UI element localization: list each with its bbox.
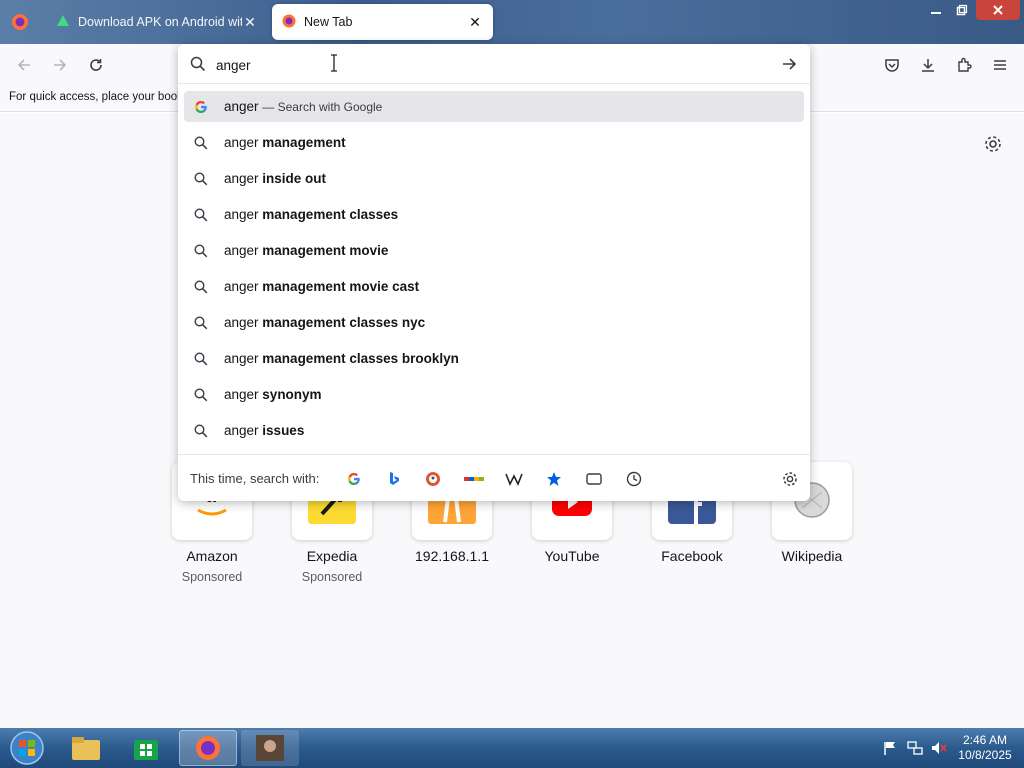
- firefox-taskbar-icon[interactable]: [179, 730, 237, 766]
- url-input[interactable]: [216, 55, 756, 75]
- suggestion-suffix: management classes: [262, 207, 399, 222]
- search-icon: [192, 386, 210, 404]
- urlbar-dropdown: anger — Search with Google anger managem…: [178, 44, 810, 501]
- tab-new-tab[interactable]: New Tab ✕: [272, 4, 493, 40]
- search-icon: [192, 170, 210, 188]
- sponsored-label: Sponsored: [181, 570, 243, 584]
- network-icon[interactable]: [906, 740, 924, 759]
- suggestion-suffix: issues: [262, 423, 305, 438]
- shortcut-label: Facebook: [661, 548, 723, 564]
- search-icon: [190, 56, 206, 75]
- reload-icon[interactable]: [83, 52, 109, 78]
- suggestion-search-with-google[interactable]: anger — Search with Google: [184, 91, 804, 122]
- close-tab-icon[interactable]: ✕: [242, 14, 258, 30]
- back-arrow-icon[interactable]: [11, 52, 37, 78]
- windows-taskbar: 2:46 AM 10/8/2025: [0, 728, 1024, 768]
- ebay-icon[interactable]: [463, 469, 485, 489]
- suggestion-suffix: management classes brooklyn: [262, 351, 459, 366]
- suggestion-prefix: anger: [224, 207, 259, 222]
- download-icon[interactable]: [915, 52, 941, 78]
- search-icon: [192, 134, 210, 152]
- clock-date: 10/8/2025: [958, 748, 1012, 762]
- close-window-icon[interactable]: [976, 0, 1020, 20]
- suggestion-prefix: anger: [224, 243, 259, 258]
- bing-icon[interactable]: [383, 469, 405, 489]
- apk-favicon-icon: [56, 14, 70, 31]
- google-icon[interactable]: [343, 469, 365, 489]
- hamburger-menu-icon[interactable]: [987, 52, 1013, 78]
- suggestion-suffix: management classes nyc: [262, 315, 426, 330]
- suggestion-suffix: inside out: [262, 171, 327, 186]
- restore-icon[interactable]: [952, 0, 972, 20]
- sponsored-label: Sponsored: [301, 570, 363, 584]
- bookmarks-hint: For quick access, place your bookm: [9, 91, 193, 103]
- search-engine-row: This time, search with:: [178, 454, 810, 501]
- suggestion-item[interactable]: anger management classes nyc: [184, 307, 804, 338]
- action-center-flag-icon[interactable]: [882, 740, 898, 759]
- search-icon: [192, 350, 210, 368]
- search-icon: [192, 422, 210, 440]
- firefox-menu-icon[interactable]: [8, 10, 34, 34]
- system-clock[interactable]: 2:46 AM 10/8/2025: [952, 733, 1018, 763]
- file-explorer-icon[interactable]: [57, 730, 115, 766]
- clock-time: 2:46 AM: [962, 733, 1008, 747]
- gear-icon[interactable]: [982, 133, 1004, 155]
- suggestion-prefix: anger: [224, 351, 259, 366]
- suggestion-item[interactable]: anger synonym: [184, 379, 804, 410]
- suggestion-prefix: anger: [224, 387, 259, 402]
- suggestion-suffix: management movie cast: [262, 279, 420, 294]
- media-app-icon[interactable]: [241, 730, 299, 766]
- suggestion-item[interactable]: anger management classes: [184, 199, 804, 230]
- suggestion-prefix: anger: [224, 423, 259, 438]
- shortcut-label: Expedia: [306, 548, 358, 564]
- suggestion-item[interactable]: anger management: [184, 127, 804, 158]
- shortcut-label: 192.168.1.1: [415, 548, 489, 564]
- suggestion-suffix: management: [262, 135, 346, 150]
- search-icon: [192, 278, 210, 296]
- forward-arrow-icon[interactable]: [47, 52, 73, 78]
- go-arrow-icon[interactable]: [781, 56, 797, 75]
- suggestion-subtext: — Search with Google: [262, 99, 383, 114]
- search-icon: [192, 206, 210, 224]
- tab-download-apk[interactable]: Download APK on Android with Fre ✕: [46, 4, 268, 40]
- minimize-icon[interactable]: [926, 0, 946, 20]
- bookmark-star-icon[interactable]: [543, 469, 565, 489]
- suggestion-item[interactable]: anger management classes brooklyn: [184, 343, 804, 374]
- pocket-icon[interactable]: [879, 52, 905, 78]
- suggestion-prefix: anger: [224, 171, 259, 186]
- text-cursor-icon: [330, 54, 338, 75]
- tab-title: Download APK on Android with Fre: [78, 15, 242, 29]
- suggestion-suffix: management movie: [262, 243, 389, 258]
- extensions-icon[interactable]: [951, 52, 977, 78]
- suggestion-text: anger: [224, 99, 259, 114]
- tab-bar: Download APK on Android with Fre ✕ New T…: [0, 0, 1024, 44]
- search-icon: [192, 242, 210, 260]
- suggestion-item[interactable]: anger management movie: [184, 235, 804, 266]
- volume-muted-icon[interactable]: [930, 740, 948, 759]
- search-icon: [192, 314, 210, 332]
- firefox-favicon-icon: [282, 14, 296, 31]
- duckduckgo-icon[interactable]: [422, 469, 444, 489]
- suggestion-item[interactable]: anger management movie cast: [184, 271, 804, 302]
- suggestion-item[interactable]: anger inside out: [184, 163, 804, 194]
- wikipedia-icon[interactable]: [503, 469, 525, 489]
- start-button-icon[interactable]: [0, 730, 54, 766]
- shortcut-label: YouTube: [544, 548, 600, 564]
- suggestion-prefix: anger: [224, 315, 259, 330]
- google-icon: [192, 98, 210, 116]
- urlbar: [178, 44, 810, 84]
- search-settings-gear-icon[interactable]: [779, 469, 801, 489]
- close-tab-icon[interactable]: ✕: [467, 14, 483, 30]
- suggestion-suffix: synonym: [262, 387, 322, 402]
- tabs-icon[interactable]: [583, 469, 605, 489]
- suggestion-prefix: anger: [224, 279, 259, 294]
- store-icon[interactable]: [117, 730, 175, 766]
- tab-title: New Tab: [304, 15, 353, 29]
- shortcut-label: Wikipedia: [781, 548, 843, 564]
- history-clock-icon[interactable]: [623, 469, 645, 489]
- search-with-label: This time, search with:: [190, 471, 320, 486]
- suggestion-prefix: anger: [224, 135, 259, 150]
- shortcut-label: Amazon: [186, 548, 238, 564]
- suggestion-item[interactable]: anger issues: [184, 415, 804, 446]
